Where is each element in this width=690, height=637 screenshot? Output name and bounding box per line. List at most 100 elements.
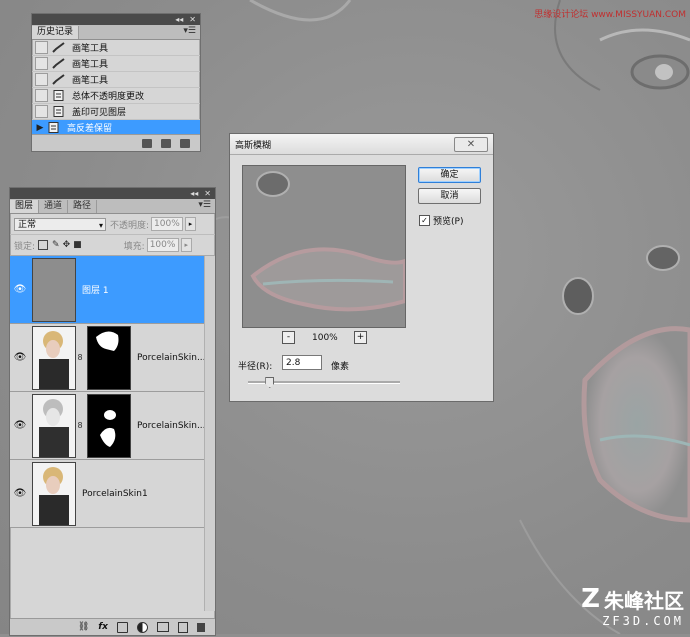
history-state-icon — [52, 90, 66, 101]
history-item[interactable]: 画笔工具 — [32, 40, 200, 56]
lock-position-move-icon[interactable]: ✥ — [63, 240, 71, 250]
history-source-checkbox[interactable] — [35, 57, 48, 70]
tab-history[interactable]: 历史记录 — [32, 26, 80, 39]
collapse-icon[interactable]: ◂◂ — [190, 189, 198, 198]
blur-preview-window[interactable] — [242, 165, 406, 328]
radius-value: 2.8 — [286, 358, 301, 368]
new-document-from-state-icon[interactable] — [142, 138, 152, 148]
layer-row[interactable]: 👁 8 PorcelainSkin... — [10, 324, 215, 392]
preview-label: 预览(P) — [433, 217, 464, 227]
history-item[interactable]: 盖印可见图层 — [32, 104, 200, 120]
history-current-marker-icon: ▶ — [36, 122, 44, 133]
zoom-level: 100% — [312, 333, 338, 343]
history-state-icon — [52, 106, 66, 117]
trash-icon[interactable] — [180, 138, 190, 148]
gaussian-blur-dialog: 高斯模糊 ✕ 确定 取消 ✓ 预览(P) - 100% + 半径(R): 2.8… — [229, 133, 494, 402]
blend-mode-select[interactable]: 正常 ▾ — [14, 217, 106, 231]
history-list: 画笔工具 画笔工具 画笔工具 总体不透明度更改 盖印可见图层 ▶ 高反差保留 — [32, 40, 200, 136]
preview-image — [243, 166, 405, 327]
visibility-eye-icon[interactable]: 👁 — [10, 420, 30, 431]
visibility-eye-icon[interactable]: 👁 — [10, 284, 30, 295]
history-source-checkbox[interactable] — [35, 105, 48, 118]
history-item-label: 高反差保留 — [67, 124, 113, 134]
lock-all-icon[interactable]: ■ — [73, 240, 82, 250]
layer-mask-thumbnail[interactable] — [87, 393, 131, 458]
layers-footer: ⛓ fx — [10, 618, 215, 635]
brush-icon — [52, 58, 66, 69]
opacity-value: 100% — [154, 219, 180, 229]
preview-toggle[interactable]: ✓ 预览(P) — [419, 214, 463, 227]
visibility-eye-icon[interactable]: 👁 — [10, 488, 30, 499]
fill-input[interactable]: 100% — [146, 238, 179, 252]
lock-transparent-icon[interactable] — [38, 240, 49, 250]
tab-layers[interactable]: 图层 — [10, 200, 40, 213]
history-footer — [32, 134, 200, 151]
layer-name[interactable]: PorcelainSkin1 — [82, 489, 148, 499]
lock-label: 锁定: — [14, 241, 36, 252]
layer-thumbnail — [32, 393, 76, 458]
history-panel: ◂◂ ✕ 历史记录 ▾☰ 画笔工具 画笔工具 画笔工具 总体不透明度更改 盖印可… — [31, 13, 201, 152]
history-source-checkbox[interactable] — [35, 41, 48, 54]
layer-name[interactable]: PorcelainSkin... — [137, 421, 206, 431]
layers-panel-tabs: 图层 通道 路径 ▾☰ — [10, 199, 215, 214]
layers-scrollbar[interactable] — [204, 256, 215, 611]
fill-arrow-icon[interactable]: ▸ — [180, 238, 192, 252]
visibility-eye-icon[interactable]: 👁 — [10, 352, 30, 363]
close-icon[interactable]: ✕ — [204, 189, 211, 198]
close-icon[interactable]: ✕ — [454, 137, 488, 152]
watermark-subtext: ZF3D.COM — [602, 614, 684, 628]
zoom-in-button[interactable]: + — [354, 331, 367, 344]
adjustment-icon[interactable] — [137, 621, 148, 633]
new-layer-icon[interactable] — [178, 621, 188, 633]
history-item-label: 总体不透明度更改 — [72, 92, 145, 102]
mask-link-icon[interactable]: 8 — [76, 353, 84, 362]
history-state-icon — [47, 122, 61, 133]
history-item[interactable]: 总体不透明度更改 — [32, 88, 200, 104]
brush-icon — [52, 74, 66, 85]
opacity-input[interactable]: 100% — [151, 217, 184, 231]
tab-paths[interactable]: 路径 — [68, 200, 98, 213]
dialog-title: 高斯模糊 — [235, 140, 272, 151]
dialog-titlebar[interactable]: 高斯模糊 ✕ — [230, 134, 493, 155]
radius-input[interactable]: 2.8 — [282, 355, 322, 370]
history-item[interactable]: 画笔工具 — [32, 56, 200, 72]
lock-image-brush-icon[interactable]: ✎ — [52, 240, 60, 250]
mask-icon[interactable] — [117, 621, 128, 633]
layer-name[interactable]: 图层 1 — [82, 283, 109, 296]
history-source-checkbox[interactable] — [35, 73, 48, 86]
history-item[interactable]: 画笔工具 — [32, 72, 200, 88]
collapse-icon[interactable]: ◂◂ — [175, 15, 183, 24]
trash-icon[interactable] — [197, 622, 205, 632]
close-icon[interactable]: ✕ — [189, 15, 196, 24]
zoom-out-button[interactable]: - — [282, 331, 295, 344]
preview-checkbox[interactable]: ✓ — [419, 215, 430, 226]
history-source-checkbox[interactable] — [35, 89, 48, 102]
history-panel-titlebar[interactable]: ◂◂ ✕ — [32, 14, 200, 25]
fx-icon[interactable]: fx — [98, 622, 108, 632]
tab-channels[interactable]: 通道 — [39, 200, 69, 213]
zoom-out-label: - — [286, 332, 291, 342]
layer-mask-thumbnail[interactable] — [87, 325, 131, 390]
layer-thumbnail — [32, 257, 76, 322]
brush-icon — [52, 42, 66, 53]
panel-menu-icon[interactable]: ▾☰ — [183, 26, 196, 36]
layers-panel: ◂◂ ✕ 图层 通道 路径 ▾☰ 正常 ▾ 不透明度: 100% ▸ 锁定: ✎… — [9, 187, 216, 636]
panel-menu-icon[interactable]: ▾☰ — [198, 200, 211, 210]
link-icon[interactable]: ⛓ — [78, 622, 89, 632]
watermark-top: 思缘设计论坛 www.MISSYUAN.COM — [534, 10, 686, 20]
radius-slider-thumb[interactable] — [265, 377, 275, 388]
group-icon[interactable] — [157, 622, 169, 632]
layer-name[interactable]: PorcelainSkin... — [137, 353, 206, 363]
layers-panel-titlebar[interactable]: ◂◂ ✕ — [10, 188, 215, 199]
watermark-logo: Z 朱峰社区 — [581, 584, 684, 614]
cancel-button[interactable]: 取消 — [418, 188, 481, 204]
opacity-arrow-icon[interactable]: ▸ — [185, 217, 197, 231]
snapshot-camera-icon[interactable] — [161, 138, 171, 148]
z-logo-icon: Z — [581, 584, 600, 614]
layer-row[interactable]: 👁 图层 1 — [10, 256, 215, 324]
ok-button[interactable]: 确定 — [418, 167, 481, 183]
layer-row[interactable]: 👁 8 PorcelainSkin... — [10, 392, 215, 460]
layer-row[interactable]: 👁 PorcelainSkin1 — [10, 460, 215, 528]
layer-thumbnail — [32, 325, 76, 390]
mask-link-icon[interactable]: 8 — [76, 421, 84, 430]
